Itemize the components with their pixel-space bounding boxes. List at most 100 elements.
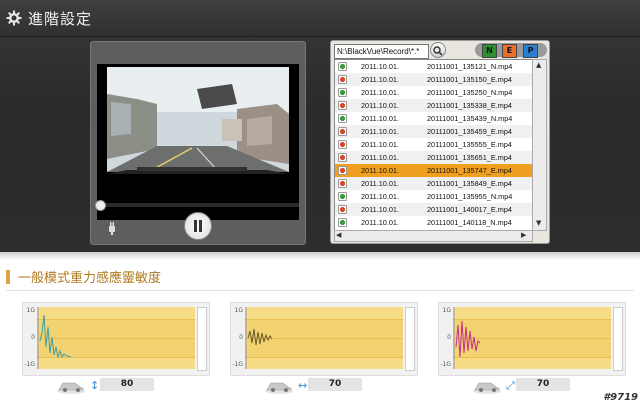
file-date: 2011.10.01. — [361, 140, 400, 149]
video-file-icon — [338, 140, 347, 149]
file-row[interactable]: 2011.10.01. 20111001_135555_E.mp4 — [335, 138, 532, 151]
folder-path-field[interactable]: N:\BlackVue\Record\*.* — [334, 44, 429, 59]
graph-scrollbar[interactable] — [405, 307, 415, 371]
filter-normal-button[interactable]: N — [482, 44, 497, 58]
file-row[interactable]: 2011.10.01. 20111001_135121_N.mp4 — [335, 60, 532, 73]
file-date: 2011.10.01. — [361, 205, 400, 214]
video-file-icon — [338, 88, 347, 97]
file-browser-panel: N:\BlackVue\Record\*.* N E P 2011.10.01.… — [330, 40, 550, 244]
file-list: 2011.10.01. 20111001_135121_N.mp4 2011.10.… — [334, 59, 533, 231]
file-name: 20111001_135150_E.mp4 — [427, 75, 512, 84]
file-row[interactable]: 2011.10.01. 20111001_135459_E.mp4 — [335, 125, 532, 138]
file-name: 20111001_135555_E.mp4 — [427, 140, 512, 149]
title-bar: 進階設定 — [0, 0, 640, 37]
file-date: 2011.10.01. — [361, 166, 400, 175]
file-row[interactable]: 2011.10.01. 20111001_140017_E.mp4 — [335, 203, 532, 216]
video-player — [90, 41, 306, 245]
sensitivity-value[interactable]: 70 — [516, 378, 570, 391]
file-name: 20111001_135651_E.mp4 — [427, 153, 512, 162]
y-axis-label-bottom: -1G — [232, 361, 243, 368]
file-date: 2011.10.01. — [361, 114, 400, 123]
diagonal-axis-icon: ⤢ — [506, 379, 515, 392]
file-date: 2011.10.01. — [361, 218, 400, 227]
file-date: 2011.10.01. — [361, 88, 400, 97]
file-row[interactable]: 2011.10.01. 20111001_135250_N.mp4 — [335, 86, 532, 99]
section-underline — [6, 290, 634, 291]
gear-icon — [6, 10, 22, 26]
search-icon — [433, 46, 443, 56]
file-row[interactable]: 2011.10.01. 20111001_135439_N.mp4 — [335, 112, 532, 125]
file-date: 2011.10.01. — [361, 153, 400, 162]
file-row[interactable]: 2011.10.01. 20111001_135338_E.mp4 — [335, 99, 532, 112]
file-list-horizontal-scrollbar[interactable]: ◀ ▶ — [334, 230, 533, 242]
file-row[interactable]: 2011.10.01. 20111001_135651_E.mp4 — [335, 151, 532, 164]
car-icon — [472, 377, 502, 395]
gsensor-waveform — [37, 307, 72, 369]
video-file-icon — [338, 166, 347, 175]
pause-button[interactable] — [184, 212, 212, 240]
file-row[interactable]: 2011.10.01. 20111001_140118_N.mp4 — [335, 216, 532, 229]
video-file-icon — [338, 127, 347, 136]
vertical-axis-icon: ↕ — [90, 379, 100, 392]
file-row[interactable]: 2011.10.01. 20111001_135955_N.mp4 — [335, 190, 532, 203]
graph-scrollbar[interactable] — [197, 307, 207, 371]
file-name: 20111001_135121_N.mp4 — [427, 62, 513, 71]
file-row[interactable]: 2011.10.01. 20111001_135150_E.mp4 — [335, 73, 532, 86]
y-axis-label-top: 1G — [234, 307, 243, 314]
horizontal-axis-icon: ↔ — [298, 379, 308, 392]
file-name: 20111001_135459_E.mp4 — [427, 127, 512, 136]
filter-event-button[interactable]: E — [502, 44, 517, 58]
gsensor-waveform — [453, 307, 481, 369]
file-name: 20111001_135747_E.mp4 — [427, 166, 512, 175]
scroll-up-icon[interactable]: ▲ — [536, 61, 541, 70]
scroll-right-icon[interactable]: ▶ — [521, 231, 526, 240]
video-file-icon — [338, 62, 347, 71]
section-title: 一般模式重力感應靈敏度 — [18, 271, 162, 286]
plug-icon[interactable] — [104, 220, 120, 236]
file-name: 20111001_135955_N.mp4 — [427, 192, 513, 201]
y-axis-label-zero: 0 — [447, 334, 451, 341]
file-row[interactable]: 2011.10.01. 20111001_135849_E.mp4 — [335, 177, 532, 190]
file-date: 2011.10.01. — [361, 62, 400, 71]
car-icon — [56, 377, 86, 395]
video-file-icon — [338, 218, 347, 227]
video-file-icon — [338, 179, 347, 188]
file-row[interactable]: 2011.10.01. 20111001_135747_E.mp4 — [335, 164, 532, 177]
section-marker — [6, 270, 10, 284]
file-name: 20111001_140017_E.mp4 — [427, 205, 512, 214]
file-name: 20111001_135849_E.mp4 — [427, 179, 512, 188]
scroll-down-icon[interactable]: ▼ — [536, 219, 541, 228]
dashcam-video-image — [97, 64, 299, 220]
scroll-left-icon[interactable]: ◀ — [336, 231, 341, 240]
gsensor-graph: 1G 0 -1G — [230, 302, 418, 376]
file-filter-group: N E P — [475, 43, 547, 58]
file-date: 2011.10.01. — [361, 75, 400, 84]
search-button[interactable] — [430, 42, 446, 58]
file-date: 2011.10.01. — [361, 101, 400, 110]
section-divider — [0, 252, 640, 260]
playback-scrubber-handle[interactable] — [95, 200, 106, 211]
video-file-icon — [338, 101, 347, 110]
filter-parking-button[interactable]: P — [523, 44, 538, 58]
playback-progress-bar[interactable] — [97, 203, 299, 207]
gsensor-waveform — [245, 307, 273, 369]
y-axis-label-top: 1G — [26, 307, 35, 314]
video-frame[interactable] — [97, 64, 299, 220]
sensitivity-value[interactable]: 80 — [100, 378, 154, 391]
file-list-vertical-scrollbar[interactable]: ▲ ▼ — [532, 59, 547, 231]
graph-scrollbar[interactable] — [613, 307, 623, 371]
y-axis-label-zero: 0 — [31, 334, 35, 341]
window-title: 進階設定 — [28, 10, 93, 28]
y-axis-label-bottom: -1G — [440, 361, 451, 368]
file-name: 20111001_135439_N.mp4 — [427, 114, 513, 123]
gsensor-graph: 1G 0 -1G — [438, 302, 626, 376]
file-name: 20111001_140118_N.mp4 — [427, 218, 512, 227]
file-name: 20111001_135250_N.mp4 — [427, 88, 513, 97]
file-name: 20111001_135338_E.mp4 — [427, 101, 512, 110]
sensitivity-value[interactable]: 70 — [308, 378, 362, 391]
car-icon — [264, 377, 294, 395]
file-date: 2011.10.01. — [361, 192, 400, 201]
file-date: 2011.10.01. — [361, 127, 400, 136]
video-file-icon — [338, 153, 347, 162]
video-file-icon — [338, 205, 347, 214]
